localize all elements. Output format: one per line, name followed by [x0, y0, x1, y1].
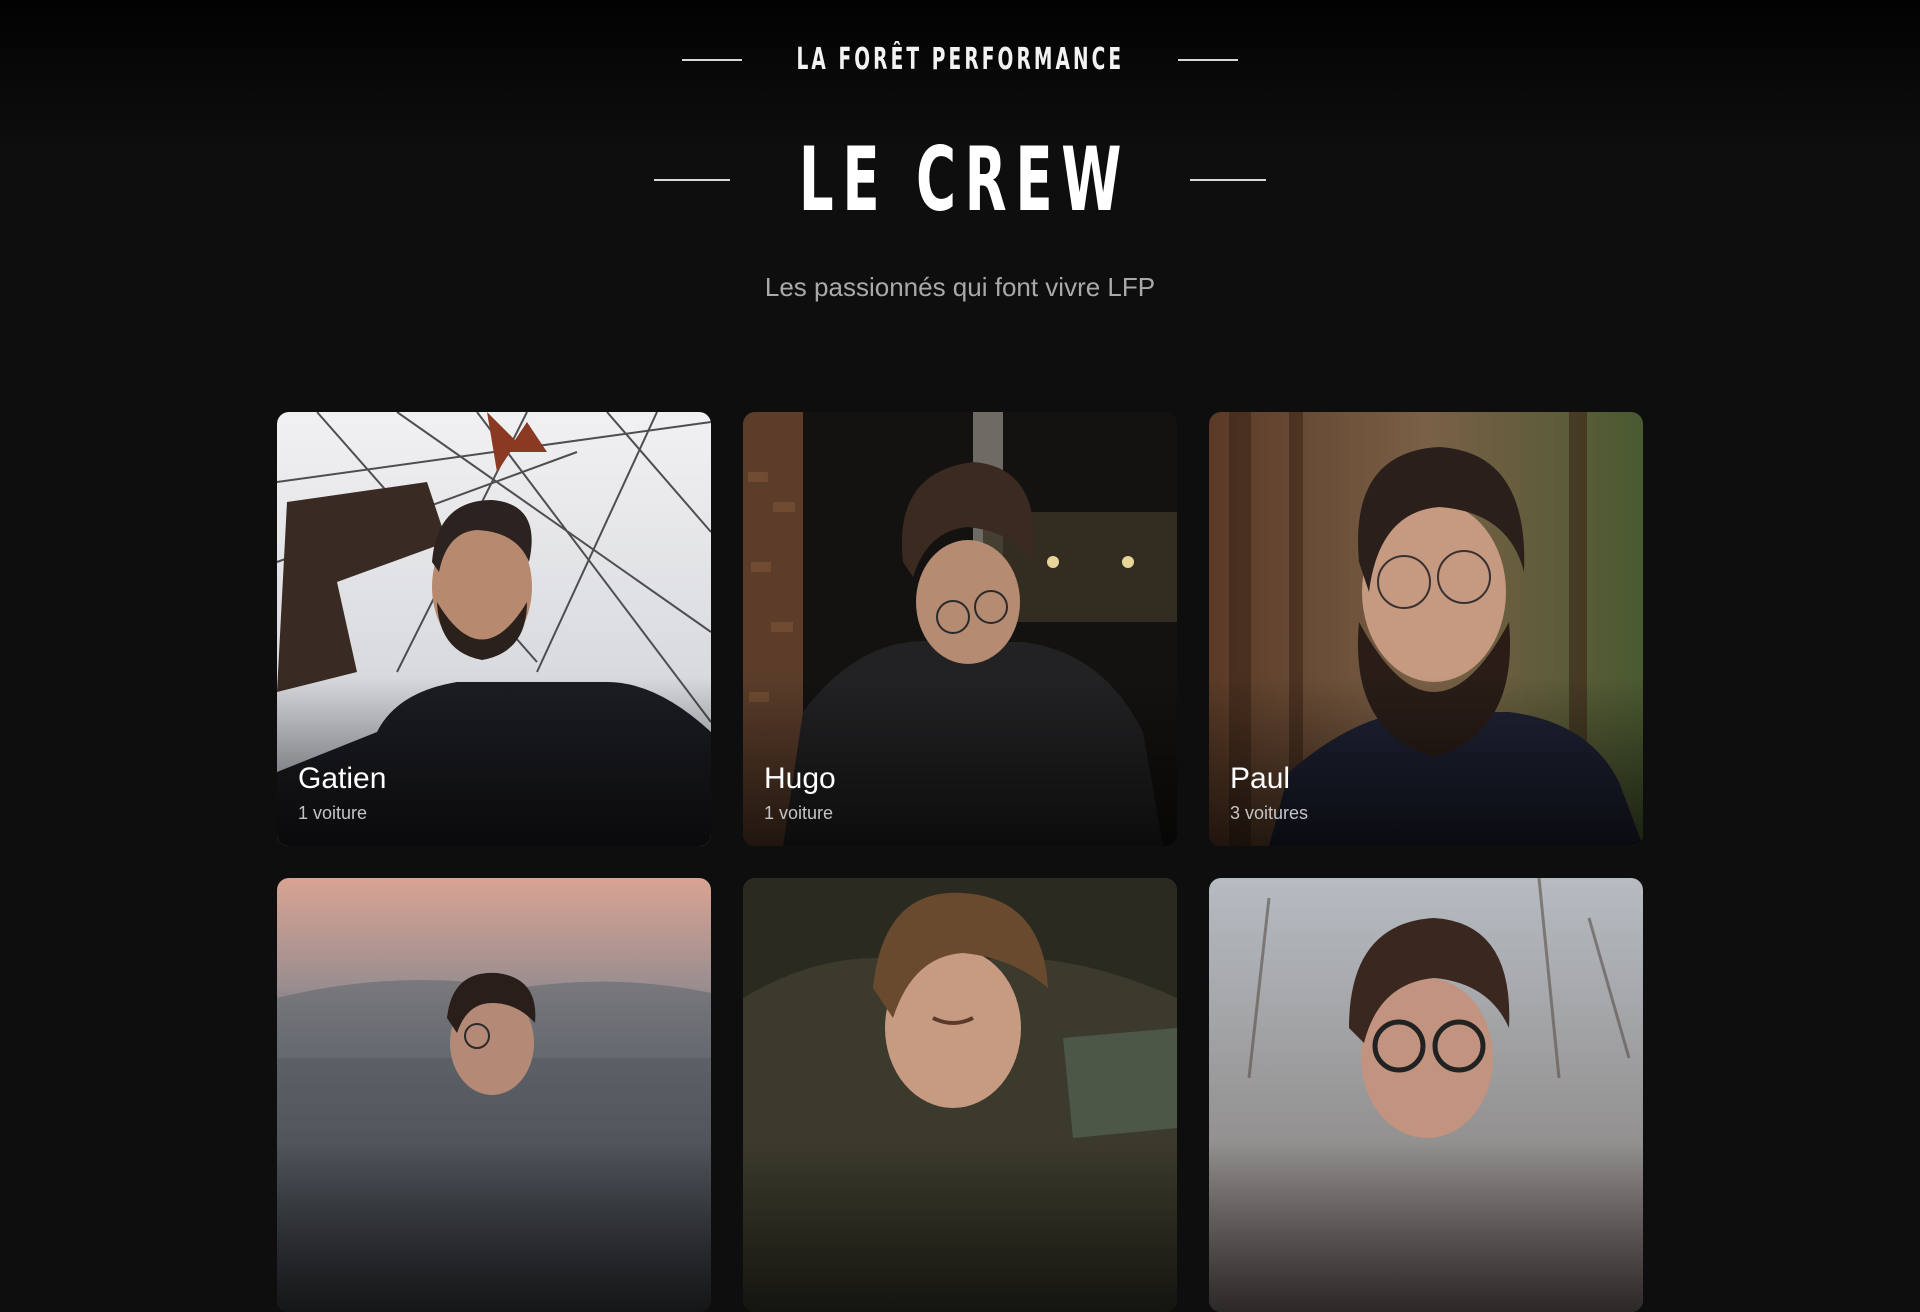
crew-card-6[interactable]	[1209, 878, 1643, 1312]
brand-header: LA FORÊT PERFORMANCE	[0, 42, 1920, 77]
crew-car-count: 1 voiture	[764, 803, 834, 823]
crew-car-count: 1 voiture	[298, 803, 368, 823]
brand-line-left	[681, 58, 742, 61]
card-shade	[743, 1142, 1177, 1312]
crew-grid: Gatien 1 voiture Hugo 1 voiture Paul 3 v…	[277, 412, 1643, 1312]
crew-card-paul[interactable]: Paul 3 voitures	[1209, 412, 1643, 846]
page-title: LE CREW	[798, 128, 1130, 231]
crew-car-count: 3 voitures	[1230, 803, 1309, 823]
crew-name: Gatien	[298, 762, 387, 795]
section-title: LE CREW	[0, 132, 1920, 228]
crew-card-5[interactable]	[743, 878, 1177, 1312]
title-line-left	[653, 179, 730, 181]
brand-name: LA FORÊT PERFORMANCE	[796, 42, 1124, 77]
crew-name: Hugo	[764, 762, 836, 795]
crew-card-hugo[interactable]: Hugo 1 voiture	[743, 412, 1177, 846]
crew-card-gatien[interactable]: Gatien 1 voiture	[277, 412, 711, 846]
brand-line-right	[1178, 58, 1239, 61]
crew-card-4[interactable]	[277, 878, 711, 1312]
title-line-right	[1190, 179, 1267, 181]
card-shade	[277, 1142, 711, 1312]
crew-name: Paul	[1230, 762, 1291, 795]
page-subtitle: Les passionnés qui font vivre LFP	[764, 272, 1156, 302]
card-shade	[1209, 1142, 1643, 1312]
